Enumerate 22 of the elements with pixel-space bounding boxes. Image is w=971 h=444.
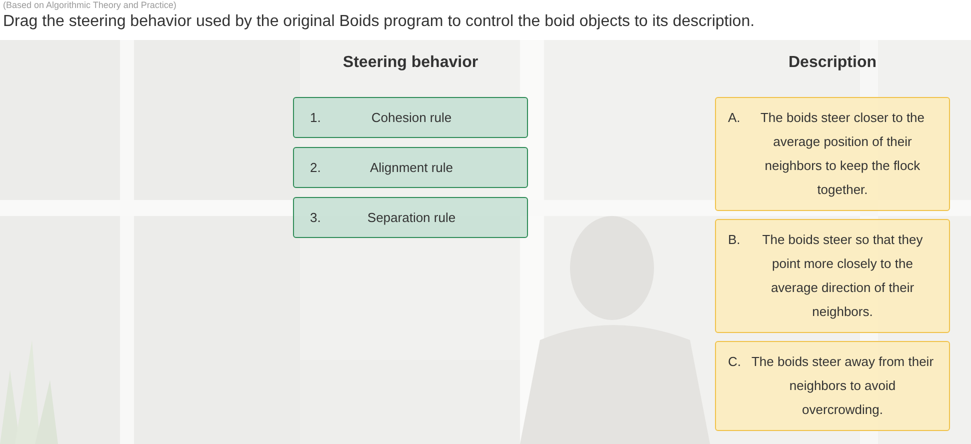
description-card[interactable]: B. The boids steer so that they point more closely to the average direction of their neighbors. [715, 219, 950, 333]
description-text: The boids steer away from their neighbors to avoid overcrowding. [750, 353, 935, 419]
item-number: 3. [310, 210, 322, 225]
description-text: The boids steer closer to the average position of their neighbors to keep the flock together. [759, 109, 926, 199]
description-card[interactable]: C. The boids steer away from their neighbors to avoid overcrowding. [715, 341, 950, 431]
caption-text: (Based on Algorithmic Theory and Practice) [3, 0, 178, 10]
column-heading: Steering behavior [342, 54, 478, 72]
item-letter: A. [728, 109, 742, 127]
column-heading: Description [788, 54, 876, 72]
question-text: Drag the steering behavior used by the original Boids program to control the boid objects to its description. [3, 12, 756, 32]
behavior-label: Alignment rule [368, 160, 454, 175]
item-letter: B. [728, 231, 742, 249]
behavior-card[interactable]: 3. Separation rule [293, 197, 528, 238]
behavior-label: Cohesion rule [370, 110, 453, 125]
behavior-card[interactable]: 1. Cohesion rule [293, 97, 528, 138]
behavior-card[interactable]: 2. Alignment rule [293, 147, 528, 188]
behavior-label: Separation rule [366, 210, 457, 225]
description-text: The boids steer so that they point more closely to the average direction of their neighbors. [761, 231, 924, 321]
item-number: 2. [310, 160, 322, 175]
item-letter: C. [728, 353, 742, 371]
item-number: 1. [310, 110, 322, 125]
description-card[interactable]: A. The boids steer closer to the average position of their neighbors to keep the flock together. [715, 97, 950, 211]
